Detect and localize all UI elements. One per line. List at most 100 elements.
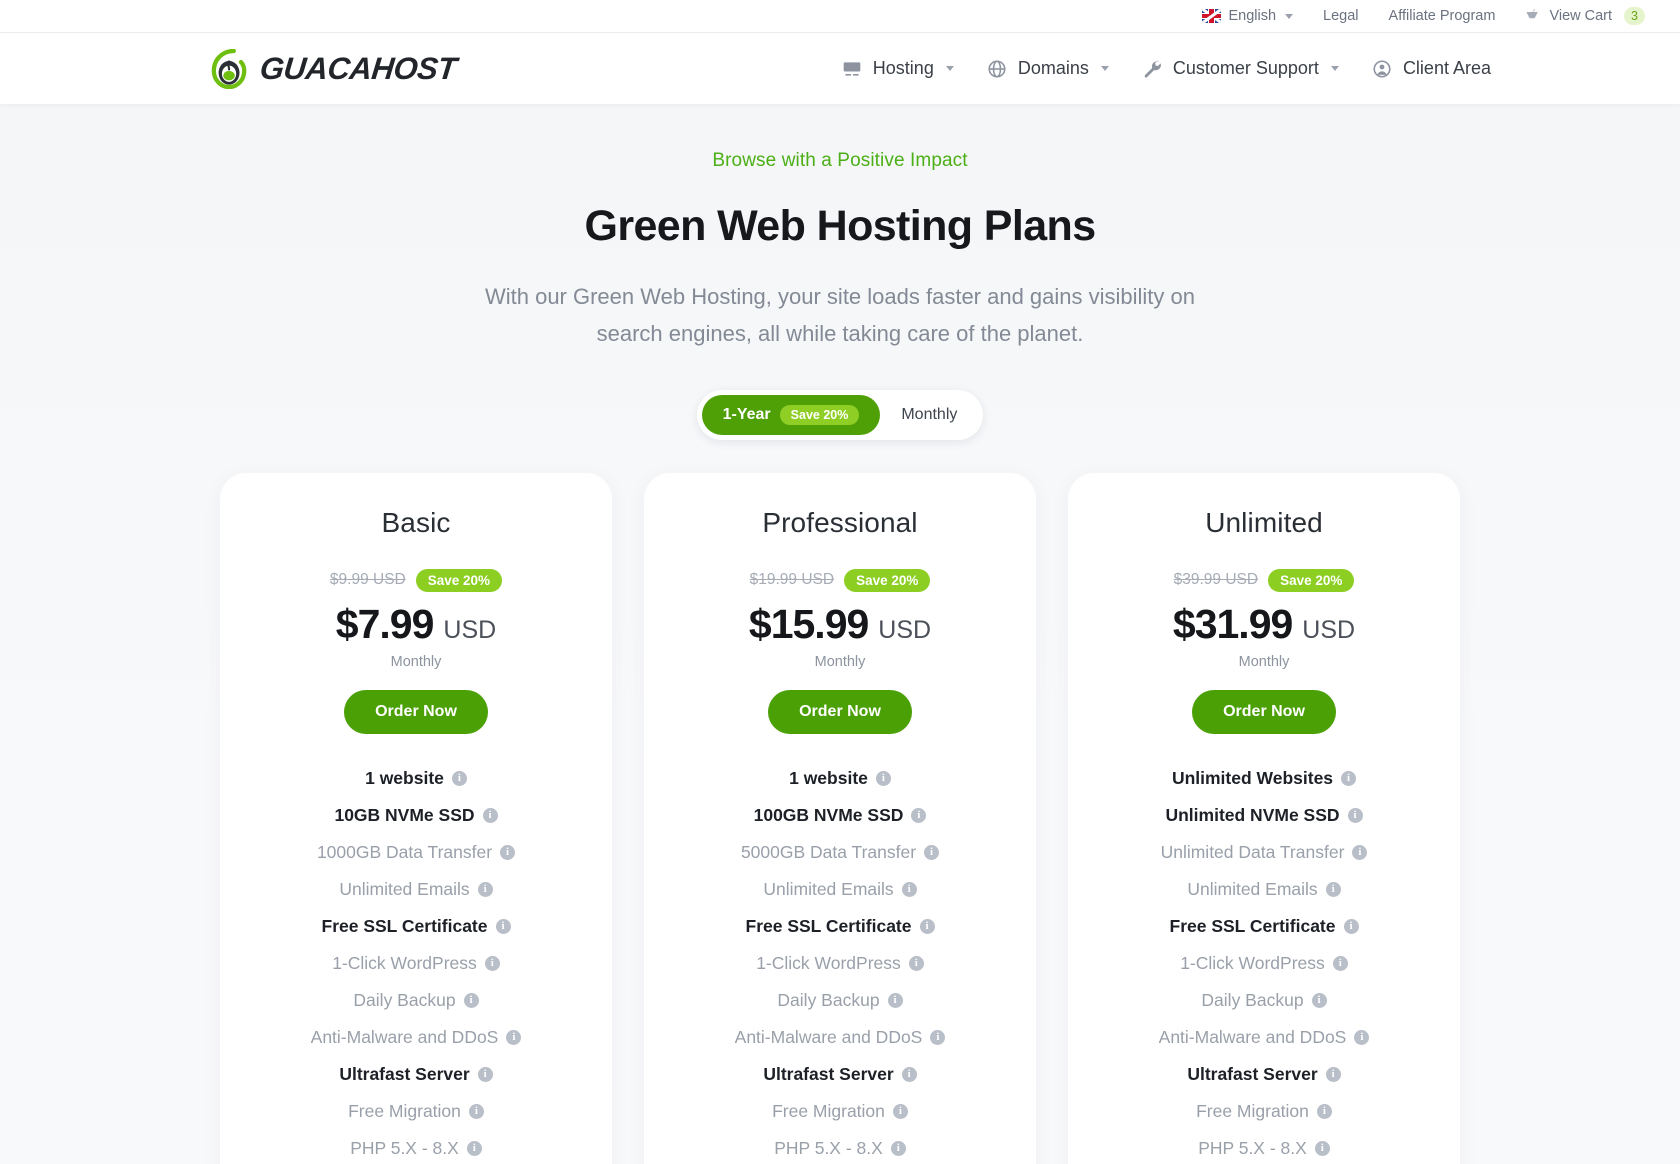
info-icon[interactable]: i [924,844,940,860]
plan-feature-label: Free Migration [1196,1100,1309,1121]
plan-feature: 100GB NVMe SSD i [670,797,1010,834]
server-icon [843,61,861,76]
info-icon[interactable]: i [1341,770,1357,786]
plan-currency: USD [443,615,497,644]
pricing-card: Professional $19.99 USD Save 20% $15.99 … [644,472,1036,1164]
plan-currency: USD [1302,615,1356,644]
plan-feature: 1000GB Data Transfer i [246,834,586,871]
plan-feature: Unlimited Emails i [246,871,586,908]
chevron-down-icon [1285,13,1294,19]
language-label: English [1228,8,1277,24]
plan-feature-list: 1 website i 100GB NVMe SSD i 5000GB Data… [670,760,1010,1164]
order-now-button[interactable]: Order Now [1192,689,1336,734]
top-utility-bar: English Legal Affiliate Program View Car… [0,0,1680,33]
plan-feature: 1-Click WordPress i [246,945,586,982]
info-icon[interactable]: i [1352,844,1368,860]
hero-eyebrow: Browse with a Positive Impact [712,150,968,171]
affiliate-program-link[interactable]: Affiliate Program [1389,8,1496,24]
uk-flag-icon [1202,9,1222,23]
info-icon[interactable]: i [1347,807,1363,823]
info-icon[interactable]: i [887,992,903,1008]
billing-option-yearly[interactable]: 1-Year Save 20% [701,394,881,435]
info-icon[interactable]: i [908,955,924,971]
nav-item-domains[interactable]: Domains [987,58,1109,79]
plan-feature: Anti-Malware and DDoS i [246,1019,586,1056]
info-icon[interactable]: i [875,770,891,786]
hero-subtitle: With our Green Web Hosting, your site lo… [484,284,1196,346]
nav-label-customer-support: Customer Support [1172,58,1319,78]
info-icon[interactable]: i [1325,1066,1341,1082]
info-icon[interactable]: i [484,955,500,971]
info-icon[interactable]: i [477,1066,493,1082]
info-icon[interactable]: i [451,770,467,786]
info-icon[interactable]: i [477,881,493,897]
info-icon[interactable]: i [463,992,479,1008]
plan-feature: PHP 5.X - 8.X i [246,1130,586,1164]
plan-feature-label: 5000GB Data Transfer [740,841,917,862]
plan-name: Basic [381,506,451,538]
info-icon[interactable]: i [1316,1103,1332,1119]
plan-feature-label: Free SSL Certificate [321,915,488,936]
plan-feature-label: Ultrafast Server [339,1063,470,1084]
plan-feature-list: 1 website i 10GB NVMe SSD i 1000GB Data … [246,760,586,1164]
plan-name: Unlimited [1205,506,1323,538]
plan-billing-cycle: Monthly [814,653,866,670]
page-title: Green Web Hosting Plans [584,202,1096,250]
info-icon[interactable]: i [911,807,927,823]
info-icon[interactable]: i [1314,1140,1330,1156]
plan-feature-label: 10GB NVMe SSD [334,804,475,825]
language-selector[interactable]: English [1202,8,1294,24]
plan-feature-label: Unlimited Emails [763,878,894,899]
nav-item-hosting[interactable]: Hosting [842,58,954,79]
site-header: GUACAHOST Hosting Domains Customer Suppo… [0,33,1680,104]
plan-feature: Daily Backup i [670,982,1010,1019]
info-icon[interactable]: i [1325,881,1341,897]
plan-feature-label: PHP 5.X - 8.X [774,1137,883,1158]
info-icon[interactable]: i [482,807,498,823]
info-icon[interactable]: i [901,881,917,897]
info-icon[interactable]: i [919,918,935,934]
order-now-button[interactable]: Order Now [344,689,488,734]
plan-price-row: $31.99 USD [1094,601,1434,648]
info-icon[interactable]: i [930,1029,946,1045]
billing-cycle-toggle: 1-Year Save 20% Monthly [696,389,984,440]
plan-feature-label: Unlimited Emails [339,878,470,899]
legal-link[interactable]: Legal [1323,8,1358,24]
plan-feature: Ultrafast Server i [1094,1056,1434,1093]
plan-feature-label: Unlimited Emails [1187,878,1318,899]
info-icon[interactable]: i [892,1103,908,1119]
info-icon[interactable]: i [901,1066,917,1082]
plan-save-badge: Save 20% [1268,568,1355,592]
plan-feature: Free SSL Certificate i [246,908,586,945]
plan-feature-label: Ultrafast Server [763,1063,894,1084]
plan-feature: Free Migration i [246,1093,586,1130]
hero-section: Browse with a Positive Impact Green Web … [0,104,1680,1164]
info-icon[interactable]: i [468,1103,484,1119]
info-icon[interactable]: i [1343,918,1359,934]
billing-option-monthly[interactable]: Monthly [880,396,978,434]
plan-old-price-row: $19.99 USD Save 20% [670,568,1010,592]
order-now-button[interactable]: Order Now [768,689,912,734]
plan-feature-label: PHP 5.X - 8.X [1198,1137,1307,1158]
plan-feature-label: Daily Backup [777,989,880,1010]
info-icon[interactable]: i [1311,992,1327,1008]
info-icon[interactable]: i [506,1029,522,1045]
info-icon[interactable]: i [1354,1029,1370,1045]
info-icon[interactable]: i [495,918,511,934]
nav-item-client-area[interactable]: Client Area [1372,58,1491,79]
plan-feature-label: Unlimited Websites [1171,767,1334,788]
info-icon[interactable]: i [1332,955,1348,971]
logo-text: GUACAHOST [258,50,459,86]
billing-save-badge: Save 20% [779,404,860,425]
plan-name: Professional [762,506,918,538]
plan-save-badge: Save 20% [844,568,931,592]
site-logo[interactable]: GUACAHOST [211,48,459,89]
plan-feature-label: 1-Click WordPress [1180,952,1325,973]
plan-feature: 1-Click WordPress i [670,945,1010,982]
info-icon[interactable]: i [890,1140,906,1156]
info-icon[interactable]: i [500,844,516,860]
info-icon[interactable]: i [466,1140,482,1156]
nav-item-customer-support[interactable]: Customer Support [1142,58,1339,79]
view-cart-link[interactable]: View Cart 3 [1525,7,1645,25]
plan-feature: PHP 5.X - 8.X i [1094,1130,1434,1164]
